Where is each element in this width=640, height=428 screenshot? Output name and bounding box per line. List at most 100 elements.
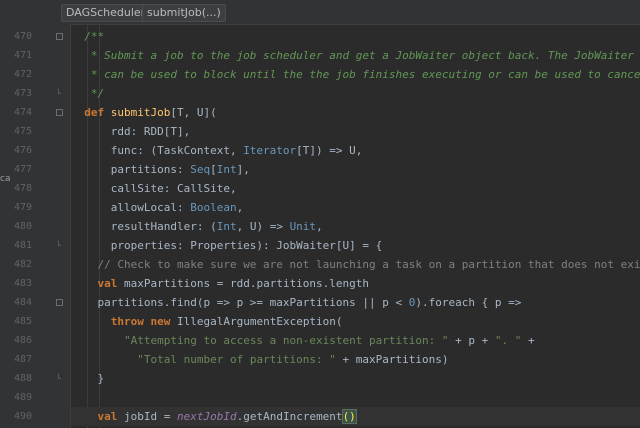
code-token: .getAndIncrement <box>236 410 343 423</box>
code-line[interactable]: } <box>71 369 640 388</box>
line-number: 487 <box>13 354 32 365</box>
line-number: 478 <box>13 183 32 194</box>
code-token: () <box>341 409 357 424</box>
code-token: // Check to make sure we are not launchi… <box>71 258 640 271</box>
fold-marker-icon[interactable] <box>56 109 63 116</box>
fold-marker-icon[interactable] <box>56 33 63 40</box>
line-number: 477 <box>13 164 32 175</box>
code-token: /** <box>71 30 105 43</box>
code-line[interactable]: * can be used to block until the the job… <box>71 65 640 84</box>
line-number: 485 <box>13 316 32 327</box>
code-line[interactable]: callSite: CallSite, <box>71 179 640 198</box>
line-number: 489 <box>13 392 32 403</box>
code-token: throw new <box>110 315 177 328</box>
code-token: Seq <box>190 163 211 176</box>
code-token: + maxPartitions) <box>335 353 449 366</box>
line-number: 483 <box>13 278 32 289</box>
code-token: [ <box>210 163 217 176</box>
line-number: 475 <box>13 126 32 137</box>
code-line[interactable]: properties: Properties): JobWaiter[U] = … <box>71 236 640 255</box>
line-number: 479 <box>13 202 32 213</box>
code-token: Unit <box>289 220 317 233</box>
code-token: * can be used to block until the the job… <box>90 68 640 81</box>
code-token: } <box>71 372 105 385</box>
code-line[interactable]: partitions.find(p => p >= maxPartitions … <box>71 293 640 312</box>
code-token: Boolean <box>190 201 237 214</box>
line-number: 482 <box>13 259 32 270</box>
code-token: "Total number of partitions: " <box>137 353 336 366</box>
code-token: Iterator <box>243 144 297 157</box>
line-number: 471 <box>13 50 32 61</box>
line-number: 472 <box>13 69 32 80</box>
line-number: 484 <box>13 297 32 308</box>
code-line[interactable]: /** <box>71 27 640 46</box>
code-token: [T]) => U, <box>296 144 363 157</box>
code-token: val <box>97 277 124 290</box>
code-line[interactable]: "Attempting to access a non-existent par… <box>71 331 640 350</box>
line-number: 486 <box>13 335 32 346</box>
code-editor[interactable]: DAGScheduler submitJob(...) ca 470 471 472… <box>0 0 640 428</box>
code-line[interactable]: func: (TaskContext, Iterator[T]) => U, <box>71 141 640 160</box>
code-line[interactable]: * Submit a job to the job scheduler and … <box>71 46 640 65</box>
code-line[interactable] <box>71 388 640 407</box>
code-token: properties: Properties): JobWaiter[U] = … <box>71 239 383 252</box>
code-token: ". " <box>494 334 522 347</box>
code-token: nextJobId <box>176 410 237 423</box>
line-number: 480 <box>13 221 32 232</box>
line-number: 488 <box>13 373 32 384</box>
current-code-line[interactable]: val jobId = nextJobId.getAndIncrement() <box>71 407 640 426</box>
line-number: 490 <box>13 411 32 422</box>
code-token: jobId = <box>124 410 177 423</box>
code-area[interactable]: /** * Submit a job to the job scheduler … <box>71 24 640 428</box>
code-line[interactable]: rdd: RDD[T], <box>71 122 640 141</box>
code-token: def <box>84 106 111 119</box>
code-line[interactable]: */ <box>71 84 640 103</box>
code-line[interactable]: partitions: Seq[Int], <box>71 160 640 179</box>
code-line[interactable]: allowLocal: Boolean, <box>71 198 640 217</box>
code-token: "Attempting to access a non-existent par… <box>123 334 449 347</box>
code-token: func: (TaskContext, <box>71 144 244 157</box>
code-token: maxPartitions = rdd.partitions.length <box>124 277 370 290</box>
line-number: 476 <box>13 145 32 156</box>
line-number: 474 <box>13 107 32 118</box>
code-token: val <box>97 410 124 423</box>
code-line[interactable]: val maxPartitions = rdd.partitions.lengt… <box>71 274 640 293</box>
code-token: partitions.find(p => p >= maxPartitions … <box>71 296 409 309</box>
code-line[interactable]: "Total number of partitions: " + maxPart… <box>71 350 640 369</box>
breadcrumb-method[interactable]: submitJob(...) <box>142 4 226 22</box>
code-token: callSite: CallSite, <box>71 182 237 195</box>
code-token: Int <box>216 220 237 233</box>
code-token: resultHandler: ( <box>71 220 217 233</box>
line-number: 470 <box>13 31 32 42</box>
fold-marker-icon[interactable]: └ <box>56 375 63 383</box>
line-number: 481 <box>13 240 32 251</box>
code-token: ], <box>236 163 250 176</box>
code-line[interactable]: def submitJob[T, U]( <box>71 103 640 122</box>
code-line[interactable]: // Check to make sure we are not launchi… <box>71 255 640 274</box>
line-number-gutter[interactable]: ca 470 471 472 473 474 475 476 477 478 479 480 481 4… <box>0 24 71 428</box>
code-token: */ <box>71 87 105 100</box>
code-token: rdd: RDD[T], <box>71 125 191 138</box>
code-token: partitions: <box>71 163 191 176</box>
code-line[interactable]: resultHandler: (Int, U) => Unit, <box>71 217 640 236</box>
code-token: , <box>236 201 244 214</box>
code-token: , U) => <box>236 220 290 233</box>
fold-marker-icon[interactable]: └ <box>56 242 63 250</box>
code-token: , <box>316 220 323 233</box>
code-token: * Submit a job to the job scheduler and … <box>71 49 640 62</box>
fold-marker-icon[interactable]: └ <box>56 90 63 98</box>
breadcrumb: DAGScheduler submitJob(...) <box>0 0 640 25</box>
fold-marker-icon[interactable] <box>56 299 63 306</box>
code-line[interactable]: throw new IllegalArgumentException( <box>71 312 640 331</box>
breadcrumb-class[interactable]: DAGScheduler <box>61 4 151 22</box>
code-token: IllegalArgumentException( <box>176 315 343 328</box>
code-token: submitJob <box>110 106 171 119</box>
line-number: 473 <box>13 88 32 99</box>
code-token: ).foreach { p => <box>415 296 522 309</box>
code-token: + p + <box>448 334 495 347</box>
code-token: Int <box>216 163 237 176</box>
